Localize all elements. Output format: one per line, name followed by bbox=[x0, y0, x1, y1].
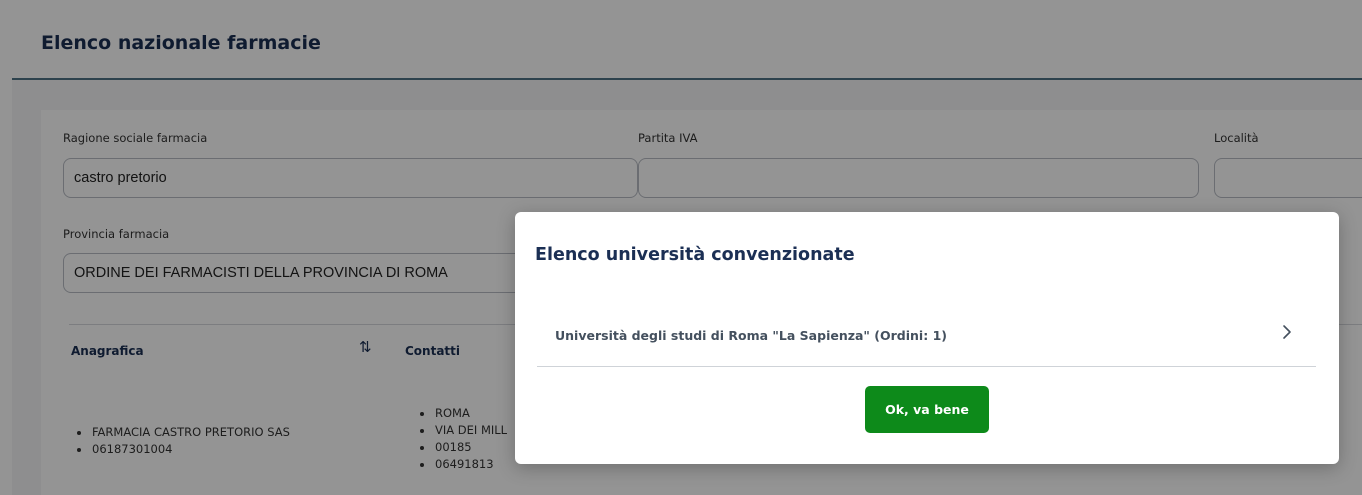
page: Elenco nazionale farmacie Ragione social… bbox=[0, 0, 1362, 495]
universities-modal: Elenco università convenzionate Universi… bbox=[515, 212, 1339, 464]
university-list-item[interactable]: Università degli studi di Roma "La Sapie… bbox=[537, 312, 1316, 367]
chevron-right-icon bbox=[1281, 322, 1293, 346]
university-label: Università degli studi di Roma "La Sapie… bbox=[555, 328, 947, 343]
ok-button[interactable]: Ok, va bene bbox=[865, 386, 989, 433]
modal-title: Elenco università convenzionate bbox=[535, 245, 855, 265]
